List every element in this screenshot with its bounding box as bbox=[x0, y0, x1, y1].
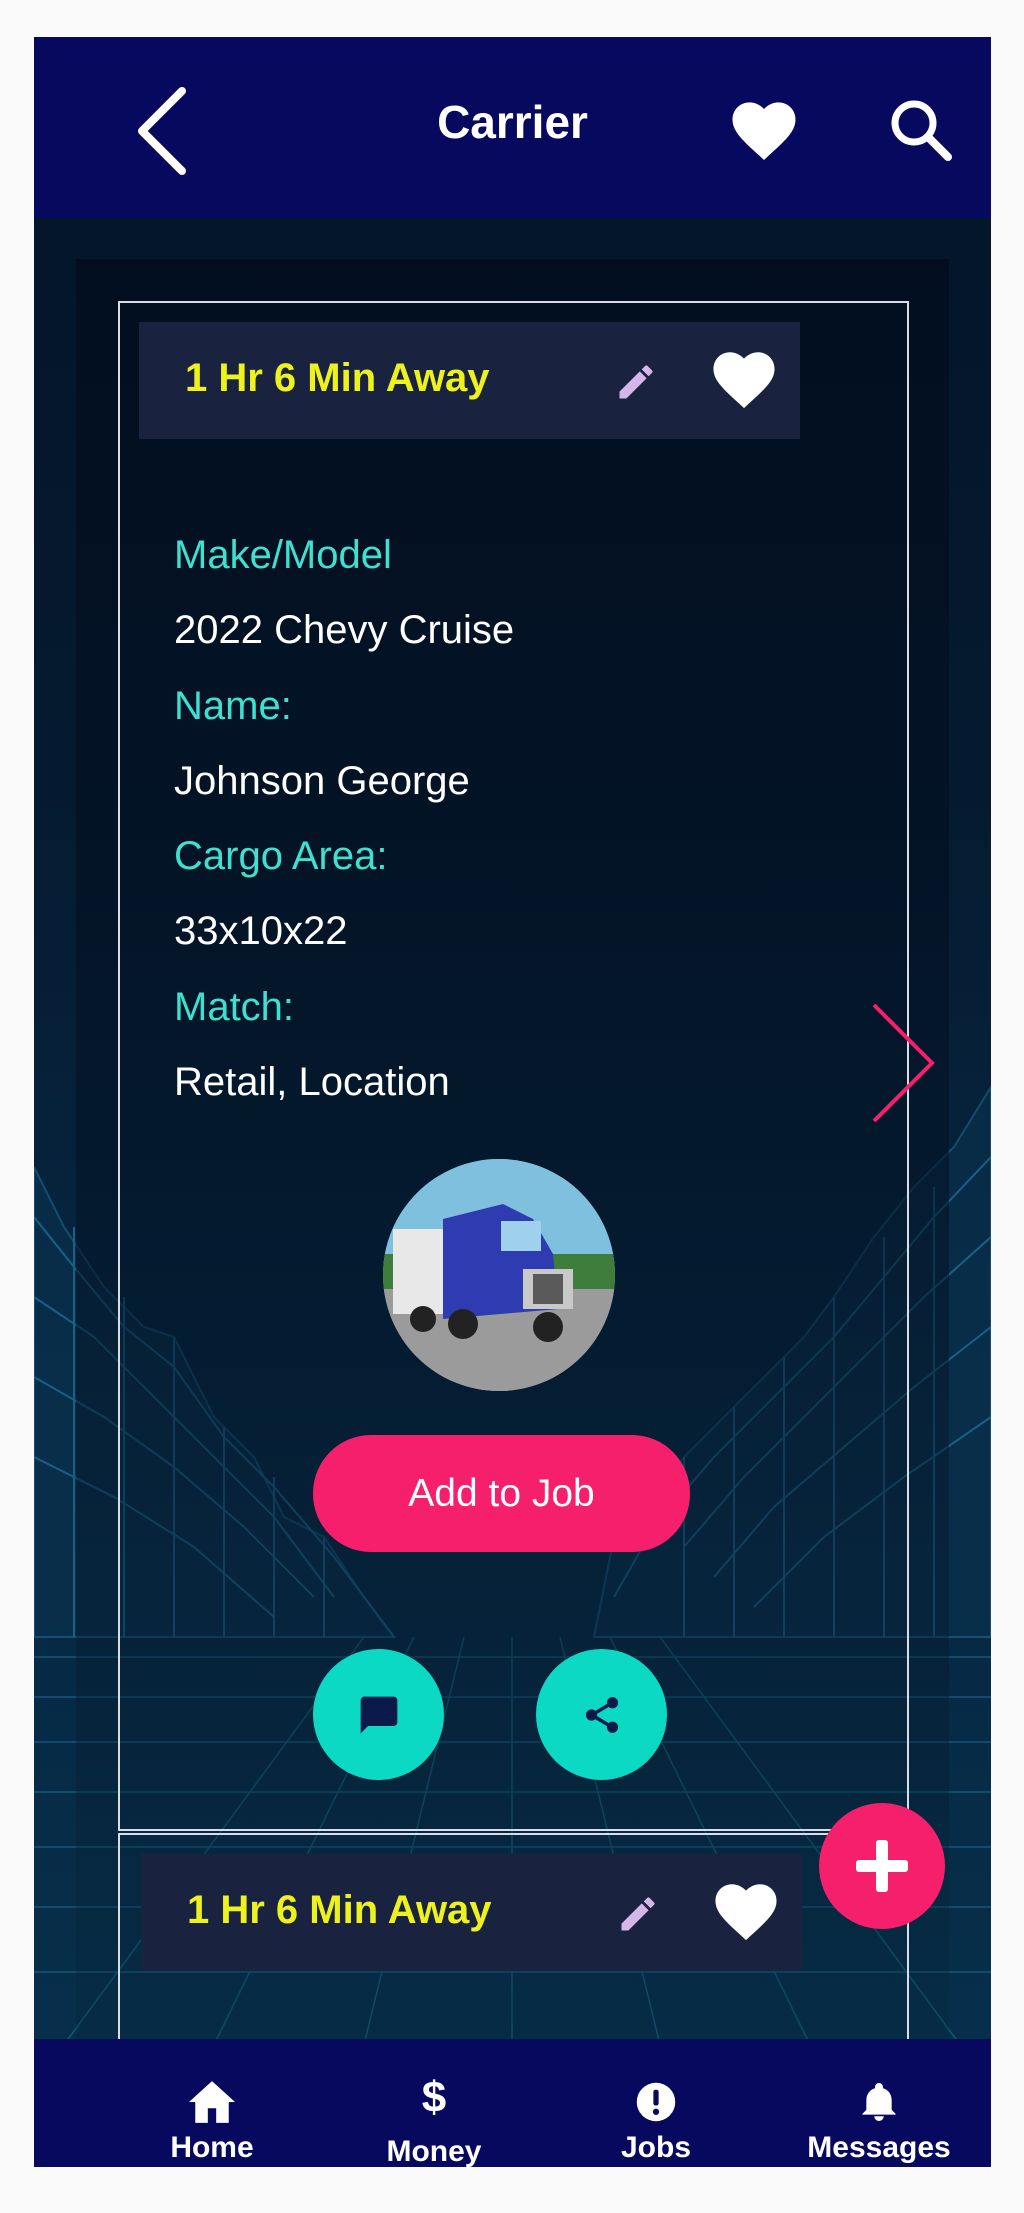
home-icon bbox=[112, 2079, 312, 2125]
nav-label: Jobs bbox=[620, 2131, 692, 2164]
nav-jobs[interactable]: Jobs bbox=[556, 2039, 756, 2167]
nav-home[interactable]: Home bbox=[112, 2039, 312, 2167]
name-label: Name: bbox=[174, 684, 292, 728]
truck-photo bbox=[383, 1159, 615, 1391]
bell-icon bbox=[779, 2081, 979, 2123]
heart-icon bbox=[715, 1884, 777, 1941]
next-carrier-button[interactable] bbox=[870, 1001, 940, 1125]
share-button[interactable] bbox=[536, 1649, 667, 1780]
dollar-icon: $ bbox=[421, 2073, 447, 2122]
search-button[interactable] bbox=[888, 97, 954, 163]
chevron-right-icon bbox=[872, 1003, 935, 1123]
chat-button[interactable] bbox=[313, 1649, 444, 1780]
cargo-area-value: 33x10x22 bbox=[174, 909, 348, 953]
phone-screen: Carrier 1 Hr 6 Min Away Make/Model 2022 … bbox=[34, 37, 991, 2167]
add-fab-button[interactable] bbox=[819, 1803, 945, 1929]
card-favorite-button[interactable] bbox=[709, 347, 779, 411]
search-icon bbox=[891, 100, 952, 161]
cargo-area-label: Cargo Area: bbox=[174, 834, 388, 878]
nav-label: Messages bbox=[807, 2131, 951, 2164]
card-header: 1 Hr 6 Min Away bbox=[141, 1854, 802, 1971]
carrier-card-content: 1 Hr 6 Min Away Make/Model 2022 Chevy Cr… bbox=[118, 301, 935, 1831]
eta-label: 1 Hr 6 Min Away bbox=[187, 1888, 492, 1932]
pencil-icon bbox=[621, 1897, 655, 1931]
nav-money[interactable]: $ Money bbox=[334, 2039, 534, 2167]
nav-label: Money bbox=[386, 2135, 482, 2167]
match-value: Retail, Location bbox=[174, 1060, 450, 1104]
bottom-nav: Home $ Money Jobs Messages bbox=[34, 2039, 991, 2167]
eta-label: 1 Hr 6 Min Away bbox=[185, 356, 490, 400]
card-favorite-button[interactable] bbox=[711, 1879, 781, 1943]
favorites-button[interactable] bbox=[728, 97, 800, 163]
make-model-label: Make/Model bbox=[174, 533, 392, 577]
plus-icon bbox=[856, 1840, 908, 1892]
page-title: Carrier bbox=[437, 96, 588, 148]
match-label: Match: bbox=[174, 985, 295, 1029]
alert-icon bbox=[556, 2081, 756, 2123]
heart-icon bbox=[732, 102, 796, 160]
card-header: 1 Hr 6 Min Away bbox=[139, 322, 800, 439]
name-value: Johnson George bbox=[174, 759, 470, 803]
chat-bubble-icon bbox=[360, 1696, 397, 1733]
share-icon bbox=[585, 1696, 618, 1733]
pencil-icon bbox=[619, 365, 653, 399]
edit-button[interactable] bbox=[614, 360, 658, 404]
app-header: Carrier bbox=[34, 37, 991, 218]
heart-icon bbox=[713, 352, 775, 409]
make-model-value: 2022 Chevy Cruise bbox=[174, 608, 515, 652]
edit-button[interactable] bbox=[616, 1892, 660, 1936]
nav-label: Home bbox=[170, 2131, 254, 2164]
add-to-job-button[interactable]: Add to Job bbox=[313, 1435, 690, 1552]
nav-messages[interactable]: Messages bbox=[779, 2039, 979, 2167]
